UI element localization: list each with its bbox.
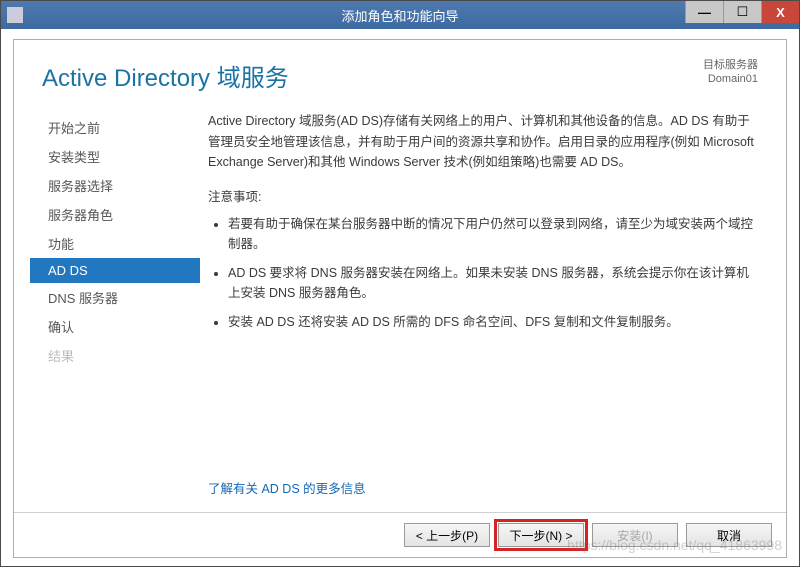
next-button[interactable]: 下一步(N) > xyxy=(498,523,584,547)
list-item: 安装 AD DS 还将安装 AD DS 所需的 DFS 命名空间、DFS 复制和… xyxy=(228,312,756,333)
sidebar: 开始之前 安装类型 服务器选择 服务器角色 功能 AD DS DNS 服务器 确… xyxy=(30,107,200,506)
target-server-info: 目标服务器 Domain01 xyxy=(703,58,758,87)
sidebar-item-installation-type[interactable]: 安装类型 xyxy=(30,142,200,171)
learn-more-link[interactable]: 了解有关 AD DS 的更多信息 xyxy=(208,482,366,496)
window-title: 添加角色和功能向导 xyxy=(341,6,458,25)
sidebar-item-before-you-begin[interactable]: 开始之前 xyxy=(30,113,200,142)
sidebar-item-adds[interactable]: AD DS xyxy=(30,258,200,283)
cancel-button[interactable]: 取消 xyxy=(686,523,772,547)
description-text: Active Directory 域服务(AD DS)存储有关网络上的用户、计算… xyxy=(208,111,756,173)
list-item: AD DS 要求将 DNS 服务器安装在网络上。如果未安装 DNS 服务器，系统… xyxy=(228,263,756,304)
target-server-value: Domain01 xyxy=(703,72,758,86)
target-server-label: 目标服务器 xyxy=(703,58,758,72)
page-title: Active Directory 域服务 xyxy=(42,58,289,93)
sidebar-item-server-roles[interactable]: 服务器角色 xyxy=(30,200,200,229)
window-controls: — ☐ X xyxy=(685,1,799,23)
titlebar[interactable]: 添加角色和功能向导 — ☐ X xyxy=(1,1,799,29)
sidebar-item-server-selection[interactable]: 服务器选择 xyxy=(30,171,200,200)
notes-label: 注意事项: xyxy=(208,187,756,208)
main-pane: Active Directory 域服务(AD DS)存储有关网络上的用户、计算… xyxy=(200,107,770,506)
learn-more: 了解有关 AD DS 的更多信息 xyxy=(208,479,756,500)
previous-button[interactable]: < 上一步(P) xyxy=(404,523,490,547)
sidebar-item-confirmation[interactable]: 确认 xyxy=(30,312,200,341)
sidebar-item-results: 结果 xyxy=(30,341,200,370)
app-icon xyxy=(7,7,23,23)
inner-panel: Active Directory 域服务 目标服务器 Domain01 开始之前… xyxy=(13,39,787,558)
minimize-button[interactable]: — xyxy=(685,1,723,23)
wizard-window: 添加角色和功能向导 — ☐ X Active Directory 域服务 目标服… xyxy=(0,0,800,567)
header-area: Active Directory 域服务 目标服务器 Domain01 xyxy=(14,40,786,99)
install-button: 安装(I) xyxy=(592,523,678,547)
body-area: 开始之前 安装类型 服务器选择 服务器角色 功能 AD DS DNS 服务器 确… xyxy=(14,99,786,512)
list-item: 若要有助于确保在某台服务器中断的情况下用户仍然可以登录到网络，请至少为域安装两个… xyxy=(228,214,756,255)
notes-list: 若要有助于确保在某台服务器中断的情况下用户仍然可以登录到网络，请至少为域安装两个… xyxy=(208,214,756,341)
footer-bar: < 上一步(P) 下一步(N) > 安装(I) 取消 xyxy=(14,512,786,557)
sidebar-item-dns-server[interactable]: DNS 服务器 xyxy=(30,283,200,312)
sidebar-item-features[interactable]: 功能 xyxy=(30,229,200,258)
close-button[interactable]: X xyxy=(761,1,799,23)
content-frame: Active Directory 域服务 目标服务器 Domain01 开始之前… xyxy=(1,29,799,566)
maximize-button[interactable]: ☐ xyxy=(723,1,761,23)
